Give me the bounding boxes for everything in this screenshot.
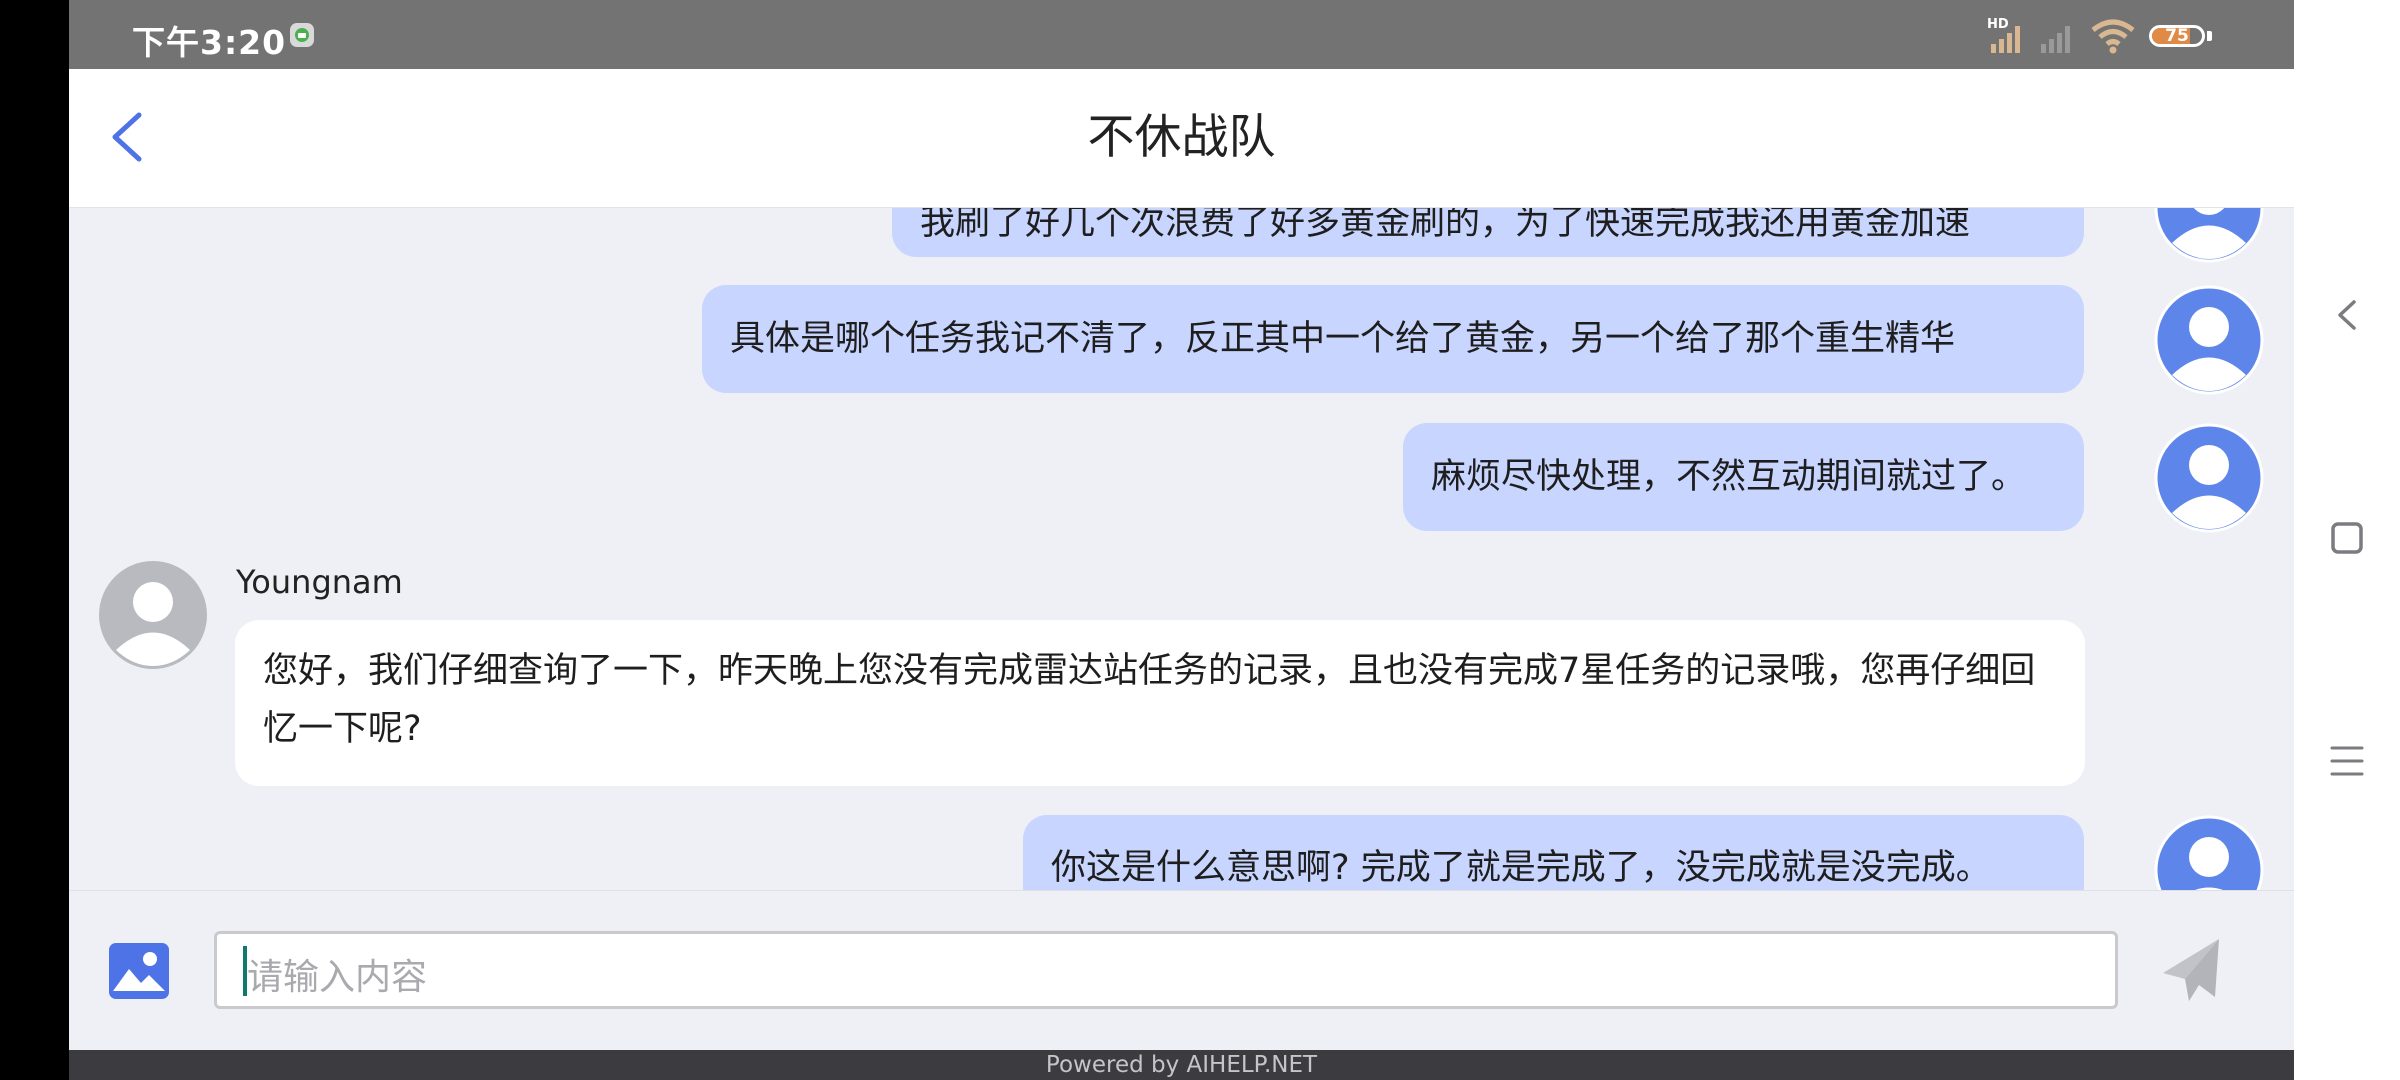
message-bubble-incoming: 您好，我们仔细查询了一下，昨天晚上您没有完成雷达站任务的记录，且也没有完成7星任…: [235, 620, 2085, 786]
status-time: 下午3:20: [132, 23, 287, 62]
menu-icon: [2330, 746, 2364, 776]
battery-label: 75: [2165, 26, 2189, 46]
powered-by-footer: Powered by AIHELP.NET: [69, 1050, 2294, 1080]
system-back-button[interactable]: [2314, 282, 2380, 348]
user-avatar: [2154, 423, 2264, 533]
message-bubble-outgoing: 麻烦尽快处理，不然互动期间就过了。: [1403, 423, 2084, 531]
signal-hd-label: HD: [1987, 17, 2009, 32]
agent-avatar: [99, 561, 207, 669]
app-screen: 下午3:20 HD 75 不休战队 我刷了好几个次浪费了好多黄金刷的，为了快速完…: [69, 0, 2294, 1080]
app-notification-icon: [290, 23, 314, 47]
system-menu-button[interactable]: [2314, 728, 2380, 794]
message-list[interactable]: 我刷了好几个次浪费了好多黄金刷的，为了快速完成我还用黄金加速 具体是哪个任务我记…: [69, 207, 2294, 890]
chevron-left-icon: [2338, 300, 2356, 330]
page-title: 不休战队: [1087, 110, 1276, 165]
message-text: 您好，我们仔细查询了一下，昨天晚上您没有完成雷达站任务的记录，且也没有完成7星任…: [263, 651, 2036, 749]
signal-hd-icon: HD: [1987, 17, 2020, 53]
message-bubble-outgoing: 具体是哪个任务我记不清了，反正其中一个给了黄金，另一个给了那个重生精华: [702, 285, 2084, 393]
signal-icon: [2041, 26, 2070, 53]
message-text: 你这是什么意思啊? 完成了就是完成了，没完成就是没完成。: [1051, 848, 1991, 888]
input-bar: 请输入内容: [69, 890, 2294, 1051]
user-avatar: [2154, 285, 2264, 395]
message-bubble-outgoing: 我刷了好几个次浪费了好多黄金刷的，为了快速完成我还用黄金加速: [892, 207, 2084, 257]
message-text: 具体是哪个任务我记不清了，反正其中一个给了黄金，另一个给了那个重生精华: [730, 319, 1956, 359]
send-icon: [2163, 939, 2219, 1001]
message-bubble-outgoing: 你这是什么意思啊? 完成了就是完成了，没完成就是没完成。: [1023, 815, 2084, 890]
battery-icon: 75: [2149, 25, 2205, 47]
user-avatar: [2154, 207, 2264, 263]
send-button[interactable]: [2159, 935, 2223, 1005]
image-icon: [109, 943, 169, 999]
status-bar: 下午3:20 HD 75: [69, 0, 2294, 69]
user-avatar: [2154, 815, 2264, 890]
image-button[interactable]: [107, 941, 171, 1001]
message-text: 我刷了好几个次浪费了好多黄金刷的，为了快速完成我还用黄金加速: [920, 207, 1971, 243]
message-text: 麻烦尽快处理，不然互动期间就过了。: [1431, 457, 2027, 497]
system-home-button[interactable]: [2314, 505, 2380, 571]
square-icon: [2331, 522, 2363, 554]
wifi-icon: [2091, 19, 2135, 54]
input-placeholder: 请输入内容: [247, 957, 428, 998]
message-input[interactable]: 请输入内容: [214, 931, 2118, 1009]
sender-name: Youngnam: [236, 563, 403, 601]
chat-header: 不休战队: [69, 69, 2294, 208]
system-nav-bar: [2294, 0, 2400, 1080]
battery-nub: [2207, 31, 2212, 41]
